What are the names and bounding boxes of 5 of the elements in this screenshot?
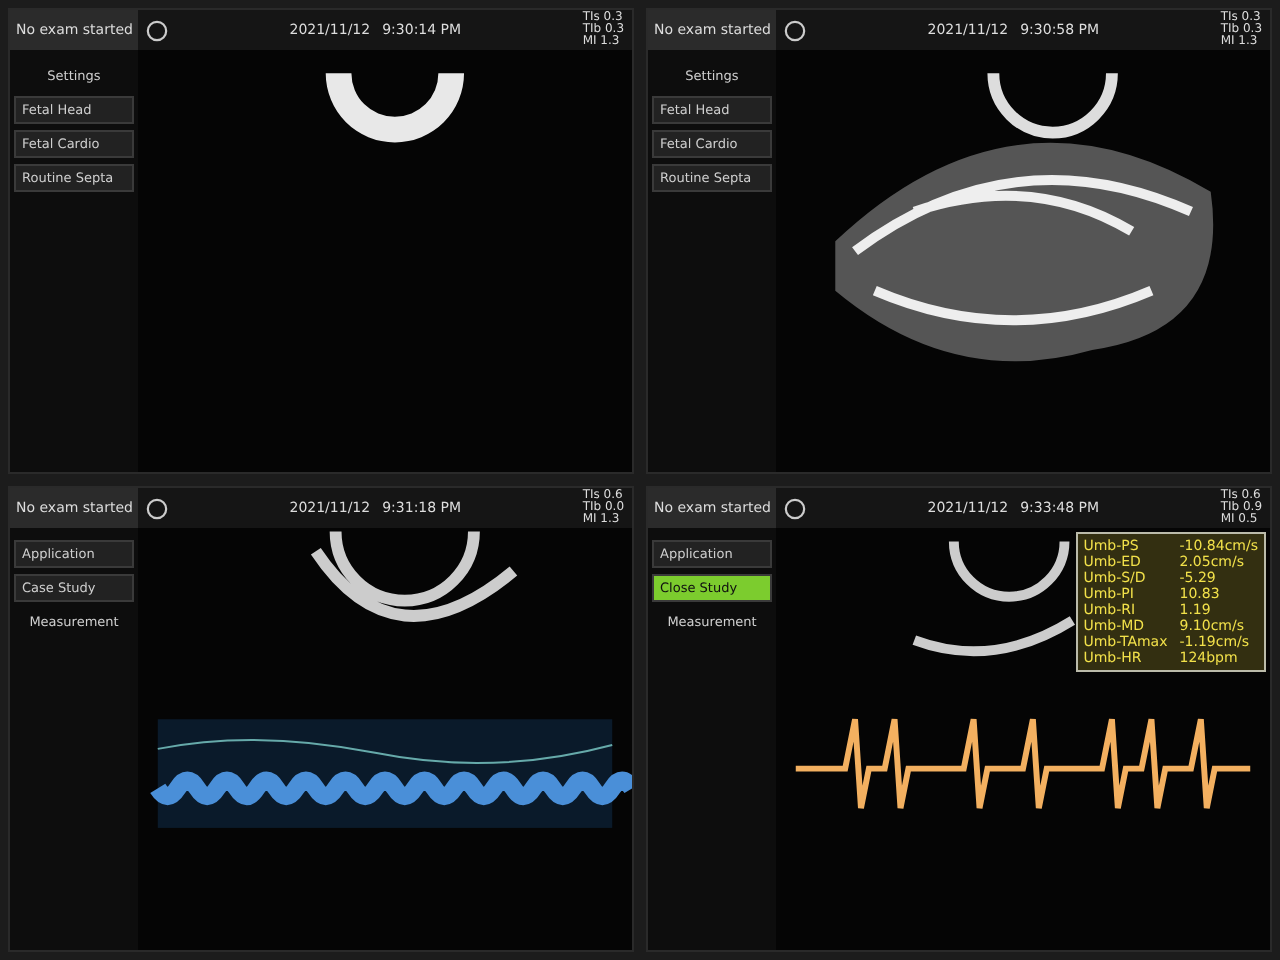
ultrasound-image-drawing: [325, 73, 465, 143]
logo-icon: [146, 19, 168, 41]
logo-icon: [784, 19, 806, 41]
logo-icon: [146, 497, 168, 519]
logo-icon: [784, 497, 806, 519]
